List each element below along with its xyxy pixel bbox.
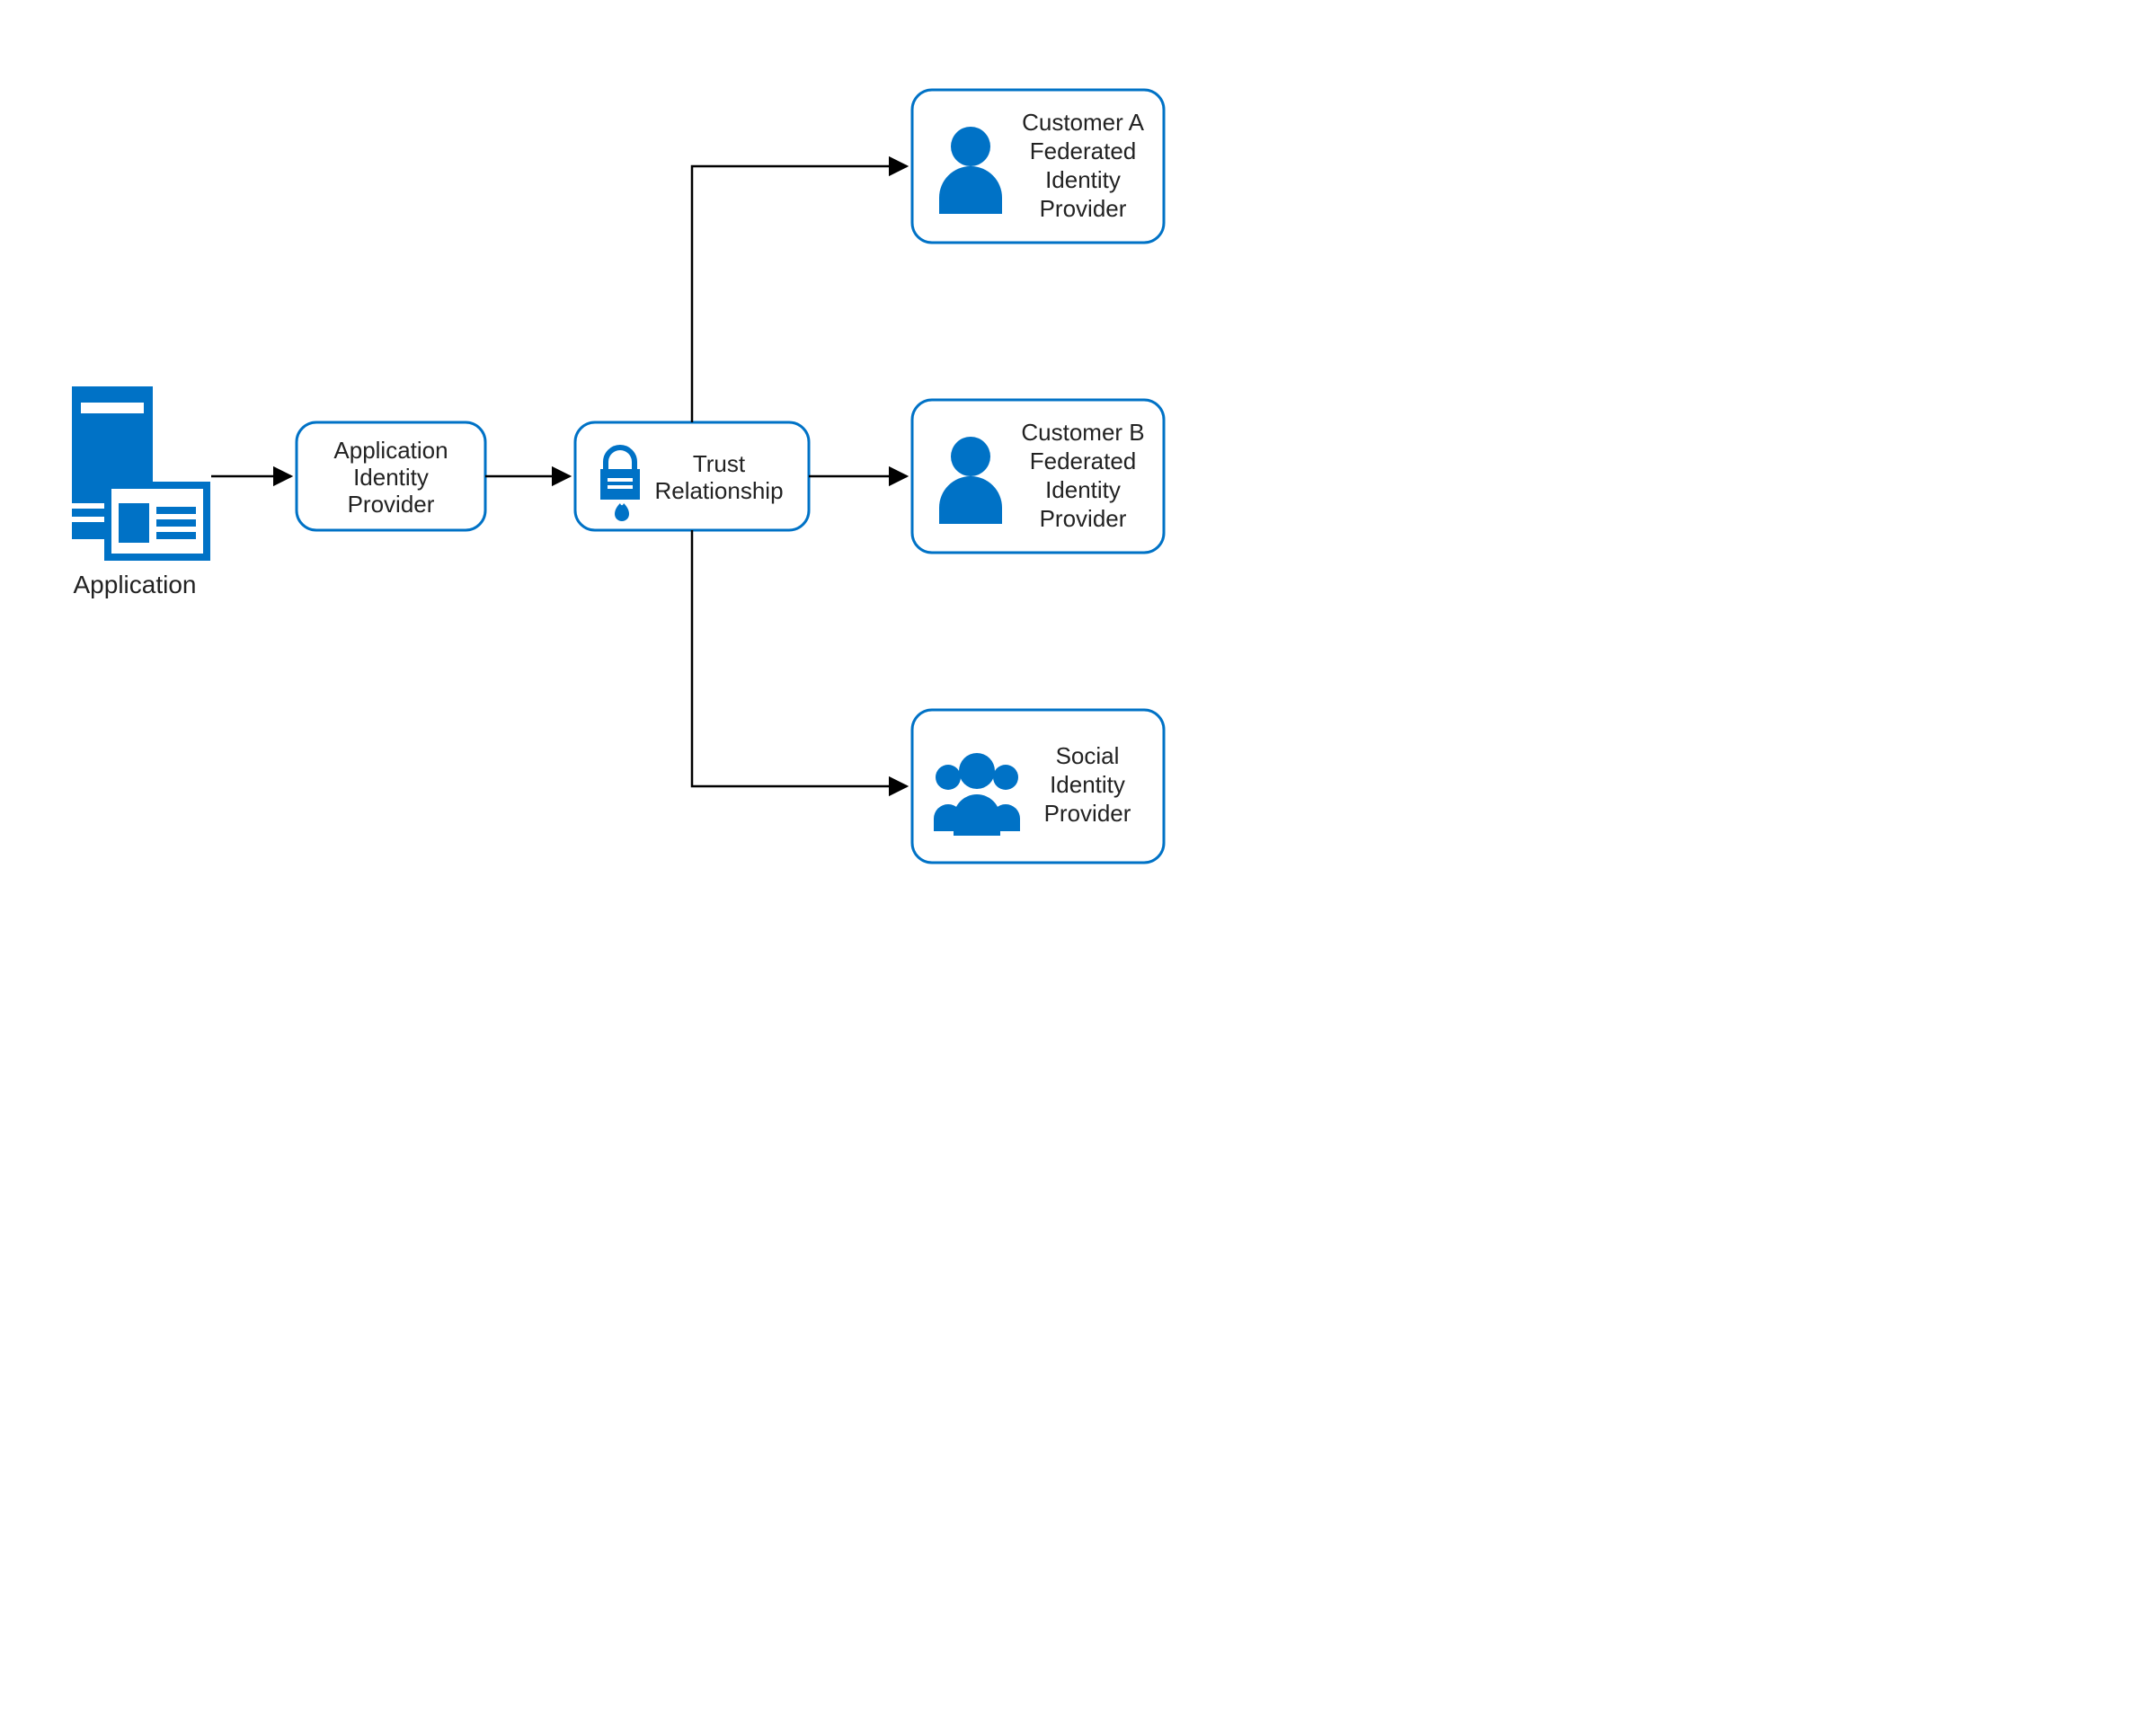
arrow-trust-to-social: [692, 530, 907, 786]
customer-a-line4: Provider: [1040, 195, 1127, 222]
node-trust: Trust Relationship: [575, 422, 809, 530]
customer-a-line3: Identity: [1045, 166, 1121, 193]
application-icon-group: [72, 386, 207, 557]
window-icon: [108, 485, 207, 557]
social-line1: Social: [1056, 742, 1120, 769]
node-customer-a: Customer A Federated Identity Provider: [912, 90, 1164, 243]
customer-a-line2: Federated: [1030, 137, 1137, 164]
social-line3: Provider: [1044, 800, 1131, 827]
application-caption: Application: [74, 571, 197, 598]
node-app-idp: Application Identity Provider: [297, 422, 485, 530]
customer-a-line1: Customer A: [1022, 109, 1144, 136]
diagram-canvas: Application Application Identity Provide…: [0, 0, 1348, 988]
social-line2: Identity: [1050, 771, 1125, 798]
customer-b-line4: Provider: [1040, 505, 1127, 532]
node-social: Social Identity Provider: [912, 710, 1164, 863]
app-idp-line1: Application: [333, 437, 448, 464]
node-customer-b: Customer B Federated Identity Provider: [912, 400, 1164, 553]
app-idp-line3: Provider: [348, 491, 435, 518]
customer-b-line3: Identity: [1045, 476, 1121, 503]
app-idp-line2: Identity: [353, 464, 429, 491]
customer-b-line2: Federated: [1030, 447, 1137, 474]
customer-b-line1: Customer B: [1021, 419, 1144, 446]
trust-line2: Relationship: [654, 477, 783, 504]
arrow-trust-to-customer-a: [692, 166, 907, 422]
trust-line1: Trust: [693, 450, 746, 477]
